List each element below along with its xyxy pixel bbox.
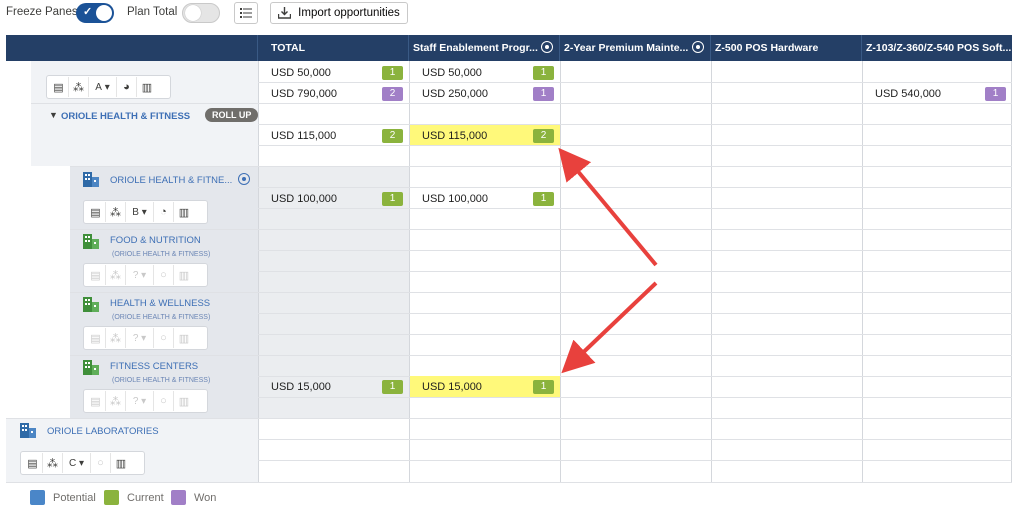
legend-label: Potential <box>53 491 96 504</box>
legend-swatch <box>171 490 186 505</box>
arrow-to-115k <box>558 147 658 267</box>
legend-current: Current <box>104 490 164 505</box>
legend-label: Won <box>194 491 217 504</box>
legend-swatch <box>30 490 45 505</box>
legend-won: Won <box>171 490 216 505</box>
annotation-arrows <box>558 147 658 374</box>
arrow-to-15k <box>561 281 658 374</box>
legend-label: Current <box>127 491 164 504</box>
legend-potential: Potential <box>30 490 96 505</box>
legend-swatch <box>104 490 119 505</box>
